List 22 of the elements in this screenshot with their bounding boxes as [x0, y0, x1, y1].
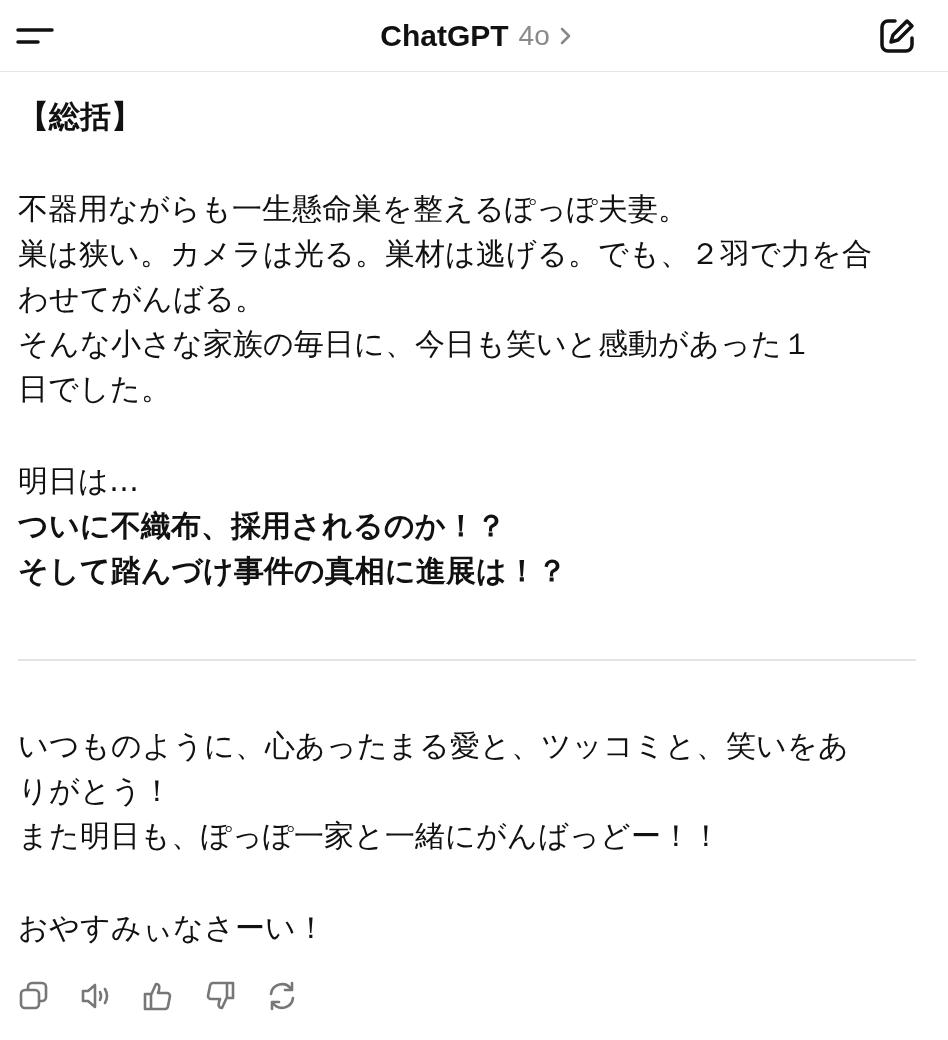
message-line: 巣は狭い。カメラは光る。巣材は逃げる。でも、２羽で力を合	[18, 235, 872, 273]
message-line: 日でした。	[18, 370, 171, 408]
thumbs-up-icon[interactable]	[142, 980, 174, 1012]
thumbs-down-icon[interactable]	[204, 980, 236, 1012]
app-title: ChatGPT	[380, 18, 509, 53]
message-line: そんな小さな家族の毎日に、今日も笑いと感動があった１	[18, 325, 812, 363]
message-line: わせてがんばる。	[18, 280, 265, 318]
menu-icon[interactable]	[16, 25, 54, 46]
copy-icon[interactable]	[18, 980, 50, 1012]
chevron-icon	[559, 25, 572, 46]
message-line: 明日は…	[18, 462, 139, 500]
model-selector[interactable]: ChatGPT 4o	[380, 18, 572, 53]
message-line: りがとう！	[18, 772, 172, 810]
message-line: いつものように、心あったまる愛と、ツッコミと、笑いをあ	[18, 727, 849, 765]
model-name: 4o	[518, 19, 550, 52]
message-line: ついに不織布、採用されるのか！？	[18, 507, 506, 545]
section-heading: 【総括】	[18, 97, 142, 136]
message-line: おやすみぃなさーい！	[18, 909, 326, 947]
message-line: また明日も、ぽっぽ一家と一緒にがんばっどー！！	[18, 817, 721, 855]
new-chat-icon[interactable]	[878, 16, 916, 55]
message-line: 不器用ながらも一生懸命巣を整えるぽっぽ夫妻。	[18, 190, 688, 228]
message-line: そして踏んづけ事件の真相に進展は！？	[18, 552, 567, 590]
